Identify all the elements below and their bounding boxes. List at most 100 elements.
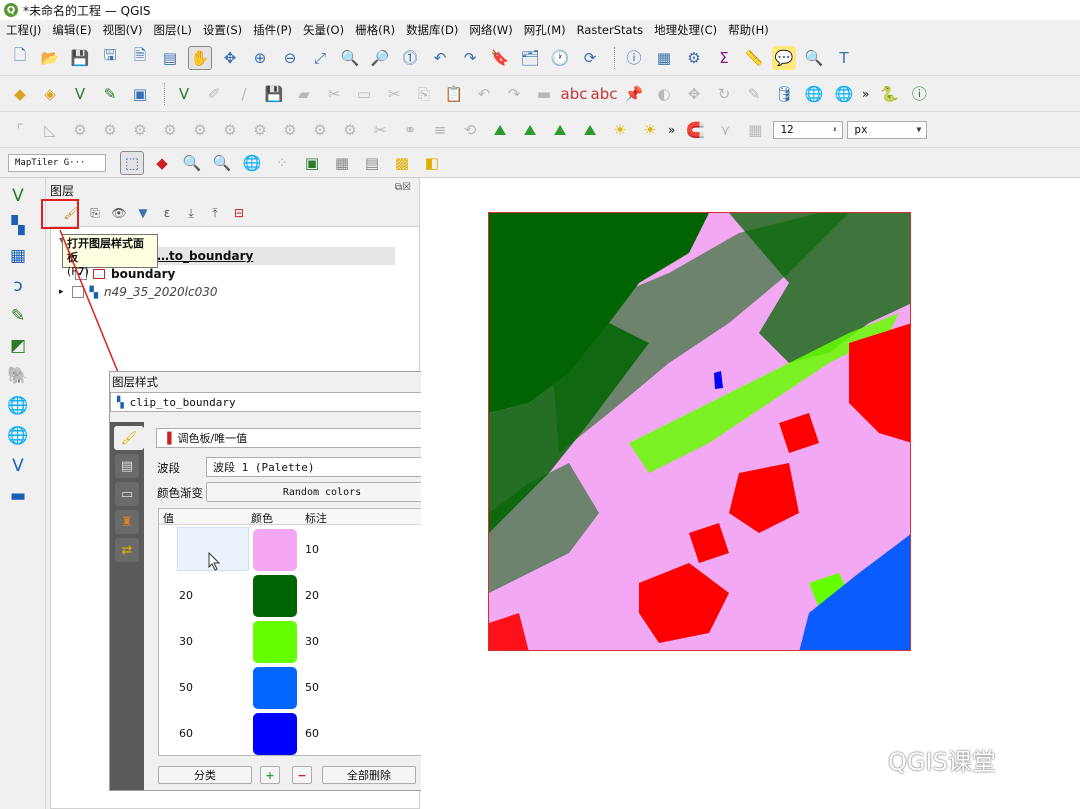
- manage-visibility-icon[interactable]: 👁: [110, 204, 128, 222]
- col-color[interactable]: 颜色: [251, 510, 273, 526]
- add-virtual-layer-icon[interactable]: ▬: [6, 484, 30, 508]
- color-swatch[interactable]: [253, 713, 297, 755]
- menu-item[interactable]: 帮助(H): [728, 22, 769, 38]
- identify-icon[interactable]: ⓘ: [622, 46, 646, 70]
- deselect-icon[interactable]: ▩: [390, 151, 414, 175]
- label-icon[interactable]: ▬: [532, 82, 556, 106]
- menu-item[interactable]: 设置(S): [203, 22, 242, 38]
- transparency-tab-icon[interactable]: ▤: [115, 454, 139, 478]
- add-delimited-text-icon[interactable]: ↄ: [6, 274, 30, 298]
- class-label[interactable]: 20: [305, 589, 319, 602]
- add-wcs-layer-icon[interactable]: V: [6, 454, 30, 478]
- zoom-layer-icon[interactable]: 🔎: [368, 46, 392, 70]
- triangle-icon[interactable]: ◺: [38, 118, 62, 142]
- split-icon[interactable]: ✂: [368, 118, 392, 142]
- shape-tool-6-icon[interactable]: ⚙: [218, 118, 242, 142]
- menu-item[interactable]: 插件(P): [253, 22, 292, 38]
- select-features-icon[interactable]: ▦: [330, 151, 354, 175]
- move-label-icon[interactable]: ✥: [682, 82, 706, 106]
- merge-icon[interactable]: ⚭: [398, 118, 422, 142]
- delete-all-button[interactable]: 全部删除: [322, 766, 416, 784]
- menu-item[interactable]: 网孔(M): [524, 22, 566, 38]
- panel-float-close-icon[interactable]: ⧉☒: [395, 182, 411, 193]
- layer-row[interactable]: ▸ ▚ n49_35_2020lc030: [59, 283, 218, 301]
- cut-icon[interactable]: ✂: [382, 82, 406, 106]
- select-all-icon[interactable]: ◧: [420, 151, 444, 175]
- delete-feature-icon[interactable]: ▭: [352, 82, 376, 106]
- snapping-icon[interactable]: ⋎: [713, 118, 737, 142]
- label-toolbar-icon[interactable]: abc: [561, 82, 588, 106]
- menu-item[interactable]: 数据库(D): [406, 22, 458, 38]
- shape-tool-1-icon[interactable]: ⚙: [68, 118, 92, 142]
- magnet-icon[interactable]: 🧲: [683, 118, 707, 142]
- shape-tool-9-icon[interactable]: ⚙: [308, 118, 332, 142]
- expand-arrow-icon[interactable]: ▸: [59, 287, 64, 297]
- print-layout-icon[interactable]: 🗎: [128, 46, 152, 70]
- shape-tool-7-icon[interactable]: ⚙: [248, 118, 272, 142]
- menu-item[interactable]: 编辑(E): [52, 22, 91, 38]
- toolbar-more-2[interactable]: »: [668, 123, 675, 137]
- menu-item[interactable]: 图层(L): [153, 22, 191, 38]
- add-wfs-layer-icon[interactable]: 🌐: [6, 424, 30, 448]
- show-bookmarks-icon[interactable]: 🗂: [518, 46, 542, 70]
- add-vector-icon[interactable]: V: [6, 184, 30, 208]
- layer-checkbox[interactable]: [71, 286, 84, 298]
- shape-tool-4-icon[interactable]: ⚙: [158, 118, 182, 142]
- select-by-click-icon[interactable]: ⬚: [120, 150, 144, 175]
- collapse-all-icon[interactable]: ⤒: [206, 204, 224, 222]
- globe-icon[interactable]: 🌐: [240, 151, 264, 175]
- menu-item[interactable]: RasterStats: [577, 23, 643, 37]
- table-row[interactable]: 60 60: [159, 711, 437, 755]
- class-value[interactable]: 30: [179, 635, 193, 648]
- toolbar-more[interactable]: »: [862, 87, 869, 101]
- point-feature-icon[interactable]: ◆: [150, 151, 174, 175]
- class-value[interactable]: 50: [179, 681, 193, 694]
- add-raster-icon[interactable]: ▚: [6, 214, 30, 238]
- offset-icon[interactable]: ≡: [428, 118, 452, 142]
- expand-all-icon[interactable]: ⤓: [182, 204, 200, 222]
- class-label[interactable]: 50: [305, 681, 319, 694]
- database-icon[interactable]: 🛢: [772, 82, 796, 106]
- zoom-out-icon[interactable]: ⊖: [278, 46, 302, 70]
- new-project-icon[interactable]: 🗋: [8, 46, 32, 70]
- add-class-button[interactable]: +: [260, 766, 280, 784]
- histogram-tab-icon[interactable]: ▭: [115, 482, 139, 506]
- reshape-icon[interactable]: ⟲: [458, 118, 482, 142]
- add-raster-layer-icon[interactable]: ✎: [98, 82, 122, 106]
- add-geopackage-icon[interactable]: ✎: [6, 304, 30, 328]
- undo-icon[interactable]: ↶: [472, 82, 496, 106]
- temporal-icon[interactable]: 🕐: [548, 46, 572, 70]
- measure-icon[interactable]: 📏: [742, 46, 766, 70]
- add-vector-layer-icon[interactable]: V: [68, 82, 92, 106]
- python-icon[interactable]: 🐍: [877, 82, 901, 106]
- class-label[interactable]: 30: [305, 635, 319, 648]
- search-select-icon[interactable]: 🔍: [210, 151, 234, 175]
- annotation-icon[interactable]: 🔍: [802, 46, 826, 70]
- filter-expression-icon[interactable]: ε: [158, 204, 176, 222]
- add-mesh-icon[interactable]: ▦: [6, 244, 30, 268]
- history-tab-icon[interactable]: ⇄: [115, 538, 139, 562]
- symbology-tab-icon[interactable]: 🖌: [114, 426, 144, 450]
- new-geopackage-icon[interactable]: ◈: [38, 82, 62, 106]
- band-select[interactable]: 波段 1 (Palette)▼: [206, 457, 450, 477]
- class-value[interactable]: 20: [179, 589, 193, 602]
- save-project-icon[interactable]: 💾: [68, 46, 92, 70]
- layer-select[interactable]: ▚ clip_to_boundary▼: [110, 392, 471, 412]
- shape-tool-10-icon[interactable]: ⚙: [338, 118, 362, 142]
- class-value[interactable]: 60: [179, 727, 193, 740]
- renderer-select[interactable]: ▐ 调色板/唯一值▼: [156, 428, 450, 448]
- table-row[interactable]: 30 30: [159, 619, 437, 665]
- menu-item[interactable]: 工程(J): [6, 22, 41, 38]
- classify-button[interactable]: 分类: [158, 766, 252, 784]
- zoom-native-icon[interactable]: ⓵: [398, 46, 422, 70]
- show-hide-label-icon[interactable]: ◐: [652, 82, 676, 106]
- table-row[interactable]: 50 50: [159, 665, 437, 711]
- vertex-tool-icon[interactable]: ✂: [322, 82, 346, 106]
- pan-icon[interactable]: ✋: [188, 45, 212, 70]
- table-row[interactable]: 20 20: [159, 573, 437, 619]
- menu-item[interactable]: 视图(V): [103, 22, 143, 38]
- measure-area-icon[interactable]: ▣: [300, 151, 324, 175]
- profile-tool-2-icon[interactable]: ⛰: [518, 118, 542, 142]
- remove-class-button[interactable]: −: [292, 766, 312, 784]
- layout-manager-icon[interactable]: ▤: [158, 46, 182, 70]
